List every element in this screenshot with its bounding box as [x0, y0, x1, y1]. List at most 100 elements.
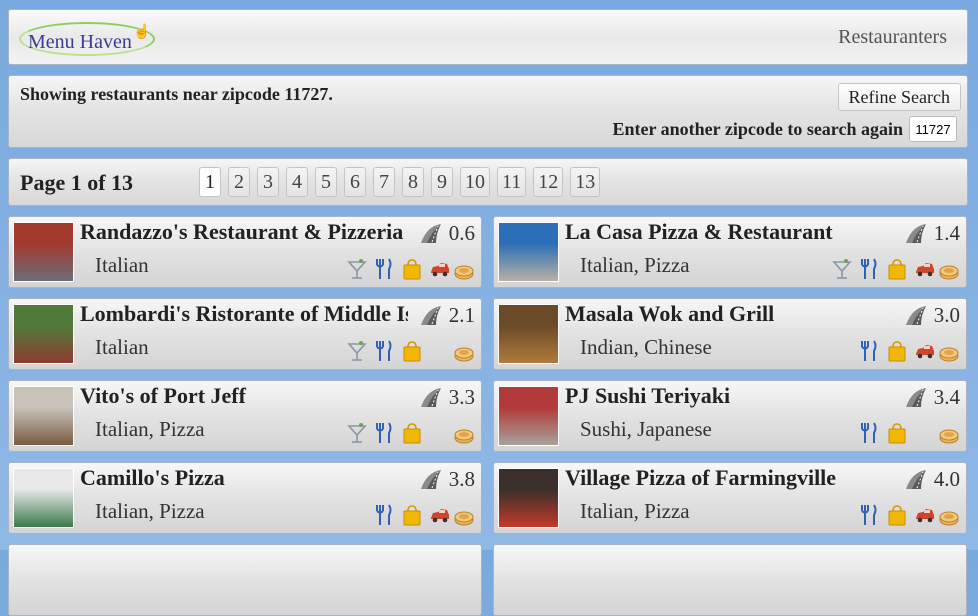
page-button-11[interactable]: 11: [497, 167, 527, 197]
catering-platter-icon: [938, 339, 960, 363]
catering-platter-icon: [453, 503, 475, 527]
takeout-bag-icon: [886, 503, 908, 527]
page-button-10[interactable]: 10: [460, 167, 490, 197]
amenity-icons: [830, 339, 960, 363]
page-button-9[interactable]: 9: [431, 167, 453, 197]
catering-platter-icon: [938, 503, 960, 527]
takeout-bag-icon: [886, 339, 908, 363]
takeout-bag-icon: [401, 503, 423, 527]
page-button-4[interactable]: 4: [286, 167, 308, 197]
page-indicator: Page 1 of 13: [20, 170, 134, 195]
delivery-car-icon: [914, 503, 936, 527]
page-button-12[interactable]: 12: [533, 167, 564, 197]
amenity-icons: [830, 257, 960, 281]
page-button-6[interactable]: 6: [344, 167, 366, 197]
bar-cocktail-icon: [831, 257, 853, 281]
page-button-13[interactable]: 13: [570, 167, 601, 197]
catering-platter-icon: [453, 421, 475, 445]
distance-road-icon: [904, 304, 928, 326]
restaurateurs-link[interactable]: Restauranters: [838, 26, 947, 49]
delivery-car-icon: [429, 257, 451, 281]
distance-road-icon: [419, 386, 443, 408]
restaurant-name[interactable]: Vito's of Port Jeff: [80, 383, 408, 409]
delivery-car-icon: [914, 257, 936, 281]
restaurant-cuisine: Italian, Pizza: [580, 499, 690, 523]
distance-road-icon: [419, 468, 443, 490]
restaurant-name[interactable]: Randazzo's Restaurant & Pizzeria: [80, 219, 408, 245]
restaurant-card[interactable]: PJ Sushi Teriyaki Sushi, Japanese 3.4: [493, 380, 967, 452]
restaurant-card[interactable]: Camillo's Pizza Italian, Pizza 3.8: [8, 462, 482, 534]
page-buttons: 1 2 3 4 5 6 7 8 9 10 11 12 13: [199, 167, 601, 197]
restaurant-card[interactable]: Masala Wok and Grill Indian, Chinese 3.0: [493, 298, 967, 370]
restaurant-distance: 0.6: [448, 221, 475, 245]
restaurant-card[interactable]: La Casa Pizza & Restaurant Italian, Pizza…: [493, 216, 967, 288]
restaurant-card[interactable]: [493, 544, 967, 616]
restaurant-name[interactable]: PJ Sushi Teriyaki: [565, 383, 893, 409]
dine-in-utensils-icon: [373, 257, 395, 281]
distance-road-icon: [904, 468, 928, 490]
restaurant-photo[interactable]: [498, 304, 559, 364]
restaurant-photo[interactable]: [498, 222, 559, 282]
delivery-car-icon: [914, 339, 936, 363]
zipcode-input[interactable]: [909, 116, 957, 142]
page-button-1[interactable]: 1: [199, 167, 221, 197]
page-button-5[interactable]: 5: [315, 167, 337, 197]
amenity-icons: [830, 421, 960, 445]
distance-road-icon: [419, 304, 443, 326]
restaurant-card[interactable]: Randazzo's Restaurant & Pizzeria Italian 0…: [8, 216, 482, 288]
site-header: Menu Haven ☝ Restauranters: [8, 9, 968, 65]
restaurant-name[interactable]: Camillo's Pizza: [80, 465, 408, 491]
restaurant-photo[interactable]: [13, 304, 74, 364]
restaurant-distance: 1.4: [933, 221, 960, 245]
restaurant-name[interactable]: La Casa Pizza & Restaurant: [565, 219, 893, 245]
restaurant-distance: 3.4: [933, 385, 960, 409]
zip-prompt: Enter another zipcode to search again: [612, 119, 904, 139]
restaurant-cuisine: Sushi, Japanese: [580, 417, 712, 441]
page-button-7[interactable]: 7: [373, 167, 395, 197]
restaurant-distance: 3.3: [448, 385, 475, 409]
restaurant-name[interactable]: Village Pizza of Farmingville: [565, 465, 893, 491]
search-message: Showing restaurants near zipcode 11727.: [20, 84, 333, 104]
restaurant-cuisine: Italian, Pizza: [95, 499, 205, 523]
catering-platter-icon: [453, 339, 475, 363]
dine-in-utensils-icon: [858, 421, 880, 445]
dine-in-utensils-icon: [373, 339, 395, 363]
takeout-bag-icon: [401, 257, 423, 281]
amenity-icons: [830, 503, 960, 527]
restaurant-card[interactable]: Vito's of Port Jeff Italian, Pizza 3.3: [8, 380, 482, 452]
restaurant-cuisine: Italian: [95, 253, 149, 277]
page-button-3[interactable]: 3: [257, 167, 279, 197]
catering-platter-icon: [938, 257, 960, 281]
page-button-8[interactable]: 8: [402, 167, 424, 197]
restaurant-distance: 3.0: [933, 303, 960, 327]
restaurant-cuisine: Italian, Pizza: [95, 417, 205, 441]
restaurant-name[interactable]: Masala Wok and Grill: [565, 301, 893, 327]
dine-in-utensils-icon: [858, 257, 880, 281]
mouse-cursor-icon: ☝: [133, 25, 151, 40]
restaurant-card[interactable]: Village Pizza of Farmingville Italian, Pi…: [493, 462, 967, 534]
restaurant-photo[interactable]: [13, 468, 74, 528]
amenity-icons: [345, 503, 475, 527]
pagination-bar: Page 1 of 13 1 2 3 4 5 6 7 8 9 10 11 12 13: [8, 158, 968, 206]
refine-search-button[interactable]: Refine Search: [837, 83, 961, 111]
restaurant-card[interactable]: Lombardi's Ristorante of Middle Island It…: [8, 298, 482, 370]
restaurant-cuisine: Italian, Pizza: [580, 253, 690, 277]
restaurant-card[interactable]: [8, 544, 482, 616]
page-button-2[interactable]: 2: [228, 167, 250, 197]
search-panel: Showing restaurants near zipcode 11727. …: [8, 75, 968, 148]
dine-in-utensils-icon: [858, 339, 880, 363]
amenity-icons: [345, 257, 475, 281]
restaurant-distance: 4.0: [933, 467, 960, 491]
restaurant-photo[interactable]: [13, 222, 74, 282]
distance-road-icon: [419, 222, 443, 244]
catering-platter-icon: [938, 421, 960, 445]
restaurant-cuisine: Indian, Chinese: [580, 335, 712, 359]
restaurant-name[interactable]: Lombardi's Ristorante of Middle Island: [80, 301, 408, 327]
restaurant-photo[interactable]: [13, 386, 74, 446]
restaurant-distance: 2.1: [448, 303, 475, 327]
amenity-icons: [345, 339, 475, 363]
restaurant-photo[interactable]: [498, 468, 559, 528]
distance-road-icon: [904, 222, 928, 244]
restaurant-photo[interactable]: [498, 386, 559, 446]
bar-cocktail-icon: [346, 421, 368, 445]
